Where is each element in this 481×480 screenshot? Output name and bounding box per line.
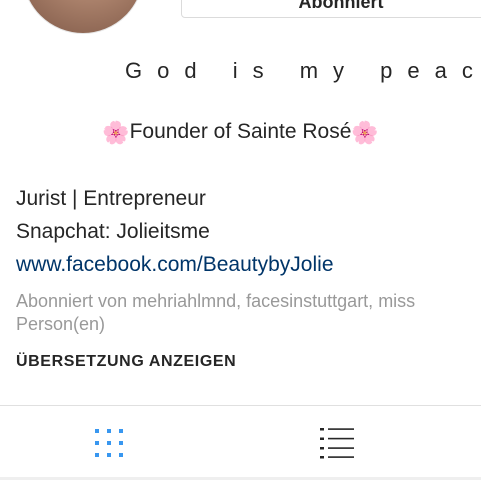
followed-by-text[interactable]: Abonniert von mehriahlmnd, facesinstuttg… [16, 290, 415, 336]
followed-by-line: Abonniert von mehriahlmnd, facesinstuttg… [16, 291, 416, 311]
tab-bar-divider [0, 405, 481, 406]
tab-list[interactable] [317, 423, 357, 463]
bio-tagline: God is my peac [125, 58, 481, 83]
bio-line: Snapchat: Jolieitsme [16, 220, 210, 243]
tab-grid[interactable] [89, 423, 129, 463]
bio-line: Jurist | Entrepreneur [16, 187, 206, 210]
bio-founder-line: 🌸Founder of Sainte Rosé🌸 [0, 120, 481, 144]
grid-icon [95, 429, 123, 457]
founder-text: Founder of Sainte Rosé [129, 120, 352, 143]
list-icon [320, 428, 354, 459]
following-button-label: Abonniert [298, 0, 384, 12]
followed-by-line: Person(en) [16, 314, 106, 334]
profile-avatar[interactable] [22, 0, 144, 34]
translate-button[interactable]: ÜBERSETZUNG ANZEIGEN [16, 353, 236, 371]
cherry-blossom-icon: 🌸 [102, 120, 130, 145]
following-button[interactable]: Abonniert [181, 0, 481, 18]
cherry-blossom-icon: 🌸 [351, 120, 379, 145]
website-link[interactable]: www.facebook.com/BeautybyJolie [16, 253, 334, 277]
